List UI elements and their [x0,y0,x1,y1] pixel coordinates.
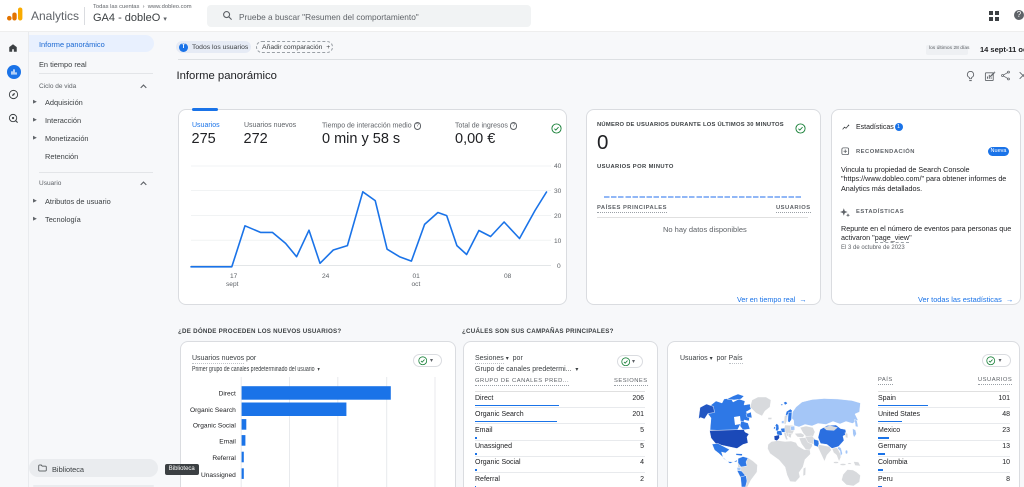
svg-text:oct: oct [412,281,421,288]
svg-text:Email: Email [219,439,236,446]
svg-text:Unassigned: Unassigned [201,472,236,479]
svg-text:17: 17 [230,273,238,280]
svg-text:24: 24 [322,273,330,280]
svg-text:20: 20 [554,213,562,220]
svg-text:Organic Search: Organic Search [190,407,236,414]
svg-text:Direct: Direct [218,391,235,398]
svg-text:40: 40 [554,163,562,170]
svg-text:Referral: Referral [212,455,236,462]
svg-text:30: 30 [554,188,562,195]
svg-text:sept: sept [226,281,239,288]
svg-text:08: 08 [504,273,512,280]
svg-text:01: 01 [413,273,421,280]
svg-text:10: 10 [554,238,562,245]
svg-text:0: 0 [557,263,561,270]
svg-text:Organic Social: Organic Social [193,423,236,430]
